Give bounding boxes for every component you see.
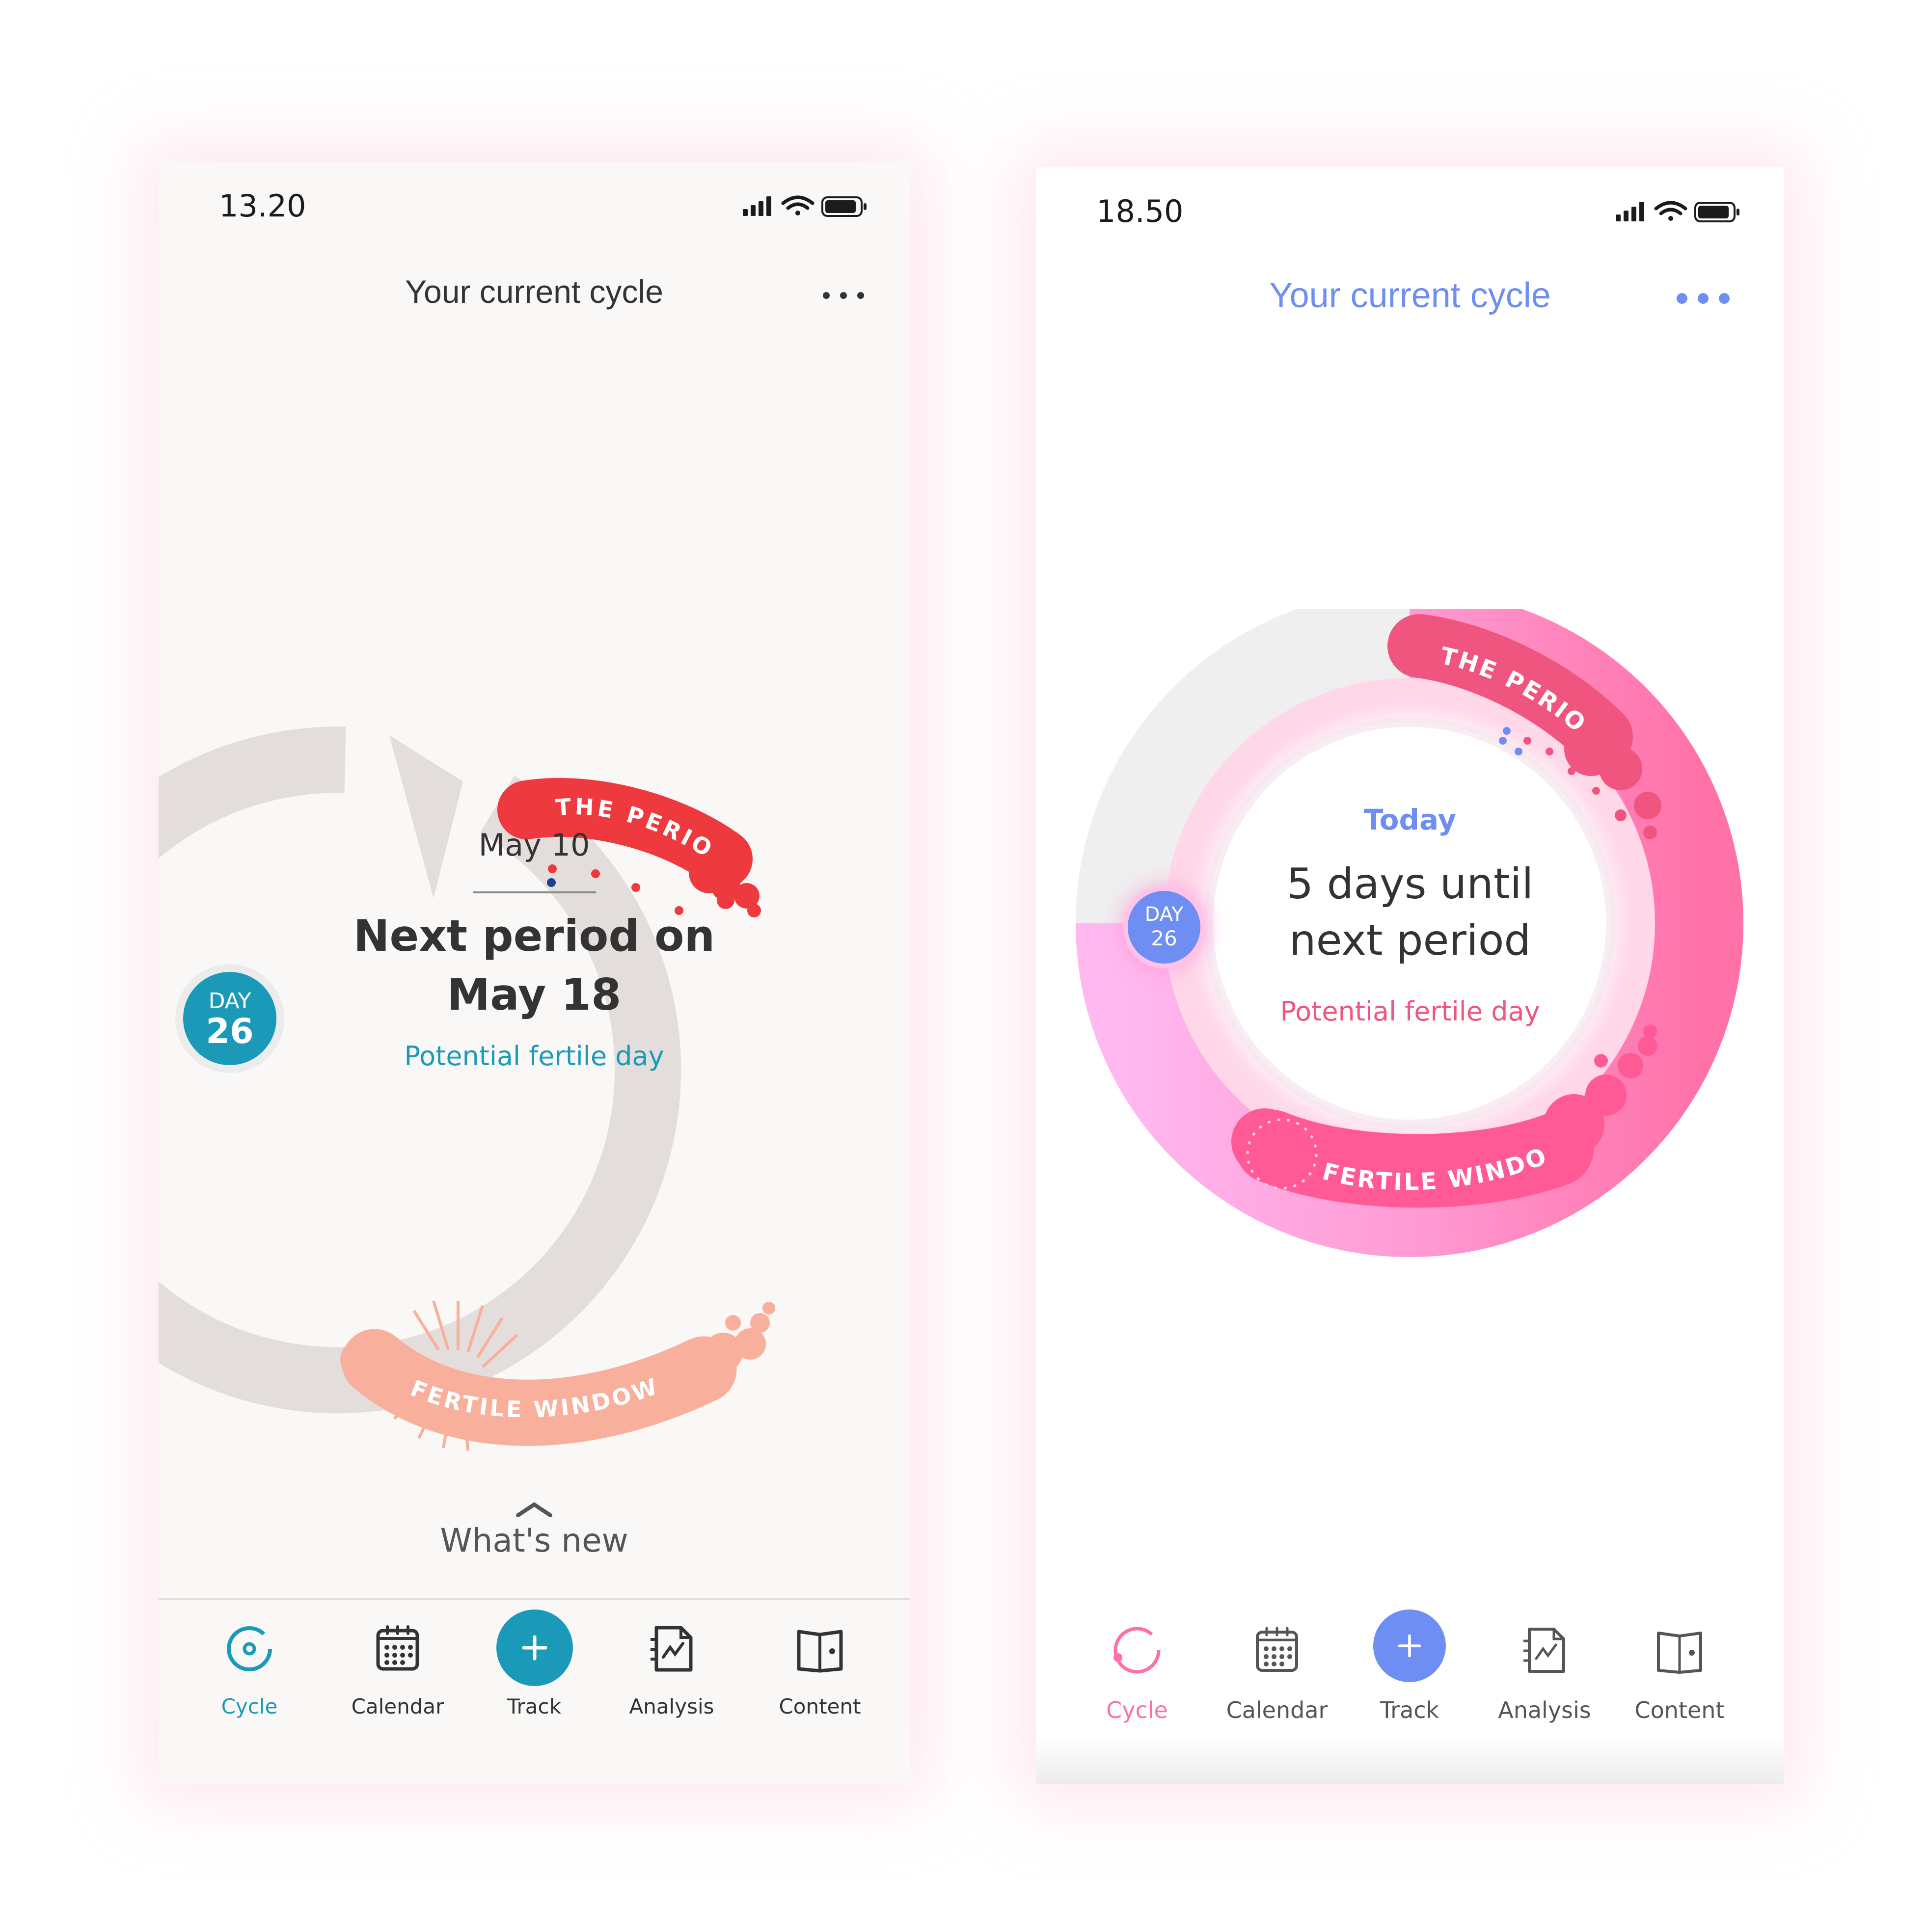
tab-content[interactable]: Content [763,1622,876,1718]
analysis-icon [651,1626,693,1672]
book-icon [1657,1632,1702,1674]
tab-calendar[interactable]: Calendar [341,1622,454,1718]
calendar-icon [376,1625,419,1671]
tab-track[interactable]: Track [1353,1610,1466,1723]
calendar-icon [1256,1627,1298,1672]
tab-calendar-label: Calendar [1226,1697,1328,1723]
status-icons [1611,198,1758,230]
tab-content[interactable]: Content [1621,1623,1738,1723]
divider [473,891,596,893]
tab-cycle-label: Cycle [1106,1697,1168,1723]
cycle-icon [227,1626,272,1671]
day-label: DAY [208,988,251,1014]
tab-track-label: Track [1380,1697,1439,1723]
status-icons [738,192,885,224]
track-button[interactable] [496,1610,573,1686]
tab-cycle-label: Cycle [221,1694,278,1718]
tab-analysis[interactable]: Analysis [1486,1623,1603,1723]
tab-track[interactable]: Track [478,1610,591,1718]
track-button[interactable] [1373,1610,1446,1682]
status-time: 18.50 [1096,193,1184,229]
tab-content-label: Content [1634,1697,1725,1723]
today-label: Today [1363,803,1457,836]
signal-icon [1616,202,1644,221]
tab-cycle[interactable]: Cycle [1081,1623,1194,1723]
page-title: Your current cycle [1269,276,1551,315]
day-number: 26 [206,1011,254,1051]
status-time: 13.20 [219,188,306,224]
fertile-status: Potential fertile day [404,1041,664,1072]
battery-icon [1694,202,1739,222]
plus-icon [1398,1634,1421,1658]
day-label: DAY [1144,903,1184,926]
more-options-button[interactable] [821,291,866,303]
more-icon [1677,293,1730,304]
next-period-line1: Next period on [353,911,715,961]
day-badge[interactable]: DAY 26 [1128,891,1200,964]
cycle-icon [1113,1627,1161,1674]
book-icon [797,1630,843,1673]
fertile-status: Potential fertile day [1280,996,1540,1027]
wifi-icon [1654,201,1687,221]
chevron-up-icon[interactable] [512,1500,556,1519]
tab-analysis[interactable]: Analysis [615,1622,728,1718]
tab-calendar[interactable]: Calendar [1213,1623,1341,1723]
tab-analysis-label: Analysis [629,1694,714,1718]
cycle-arrow-icon [389,735,463,898]
analysis-icon [1523,1628,1565,1673]
plus-icon [522,1635,547,1661]
phone-screen-classic: 13.20 Your current cycle THE PERIO FERTI… [159,162,910,1783]
tab-track-label: Track [507,1694,561,1718]
more-icon [823,292,864,299]
whats-new-link[interactable]: What's new [159,1522,910,1559]
page-title: Your current cycle [405,273,663,310]
tab-bar: Cycle Calendar Track Analysis Content [1036,1591,1784,1784]
day-badge[interactable]: DAY 26 [183,972,276,1065]
wifi-icon [781,195,814,215]
more-options-button[interactable] [1675,291,1734,308]
cycle-ring[interactable]: THE PERIOD FERTILE WINDOW [1036,609,1784,1468]
battery-icon [821,196,867,217]
tab-cycle[interactable]: Cycle [193,1622,306,1718]
tab-calendar-label: Calendar [351,1694,444,1718]
tab-analysis-label: Analysis [1498,1697,1591,1723]
current-date: May 10 [478,827,590,863]
tab-bar: Cycle Calendar Track Analysis Content [159,1598,910,1783]
day-number: 26 [1151,926,1177,950]
signal-icon [743,196,771,216]
tab-content-label: Content [779,1694,861,1718]
phone-screen-redesign: 18.50 Your current cycle THE PERIO FERTI… [1036,167,1784,1784]
